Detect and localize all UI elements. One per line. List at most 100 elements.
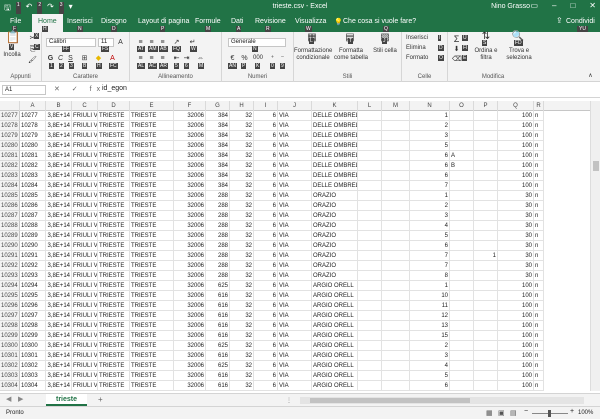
row-header[interactable]: 10295 xyxy=(0,291,20,301)
cell-i[interactable]: 6 xyxy=(254,301,278,311)
cell-r[interactable]: n xyxy=(534,151,544,161)
column-header-h[interactable]: H xyxy=(230,101,254,111)
cell-a[interactable]: 10280 xyxy=(20,141,46,151)
cell-o[interactable] xyxy=(450,231,474,241)
cell-h[interactable]: 32 xyxy=(230,201,254,211)
border-icon[interactable]: ⊞ xyxy=(80,54,89,63)
cell-g[interactable]: 288 xyxy=(206,201,230,211)
cell-j[interactable]: VIA xyxy=(278,161,312,171)
cell-m[interactable] xyxy=(382,181,410,191)
row-header[interactable]: 10294 xyxy=(0,281,20,291)
cell-d[interactable]: TRIESTE xyxy=(98,281,130,291)
cell-b[interactable]: 3,8E+14 xyxy=(46,261,72,271)
cell-o[interactable] xyxy=(450,261,474,271)
cell-o[interactable] xyxy=(450,111,474,121)
cell-h[interactable]: 32 xyxy=(230,151,254,161)
zoom-slider[interactable] xyxy=(532,410,568,417)
cell-j[interactable]: VIA xyxy=(278,331,312,341)
row-header[interactable]: 10297 xyxy=(0,311,20,321)
cell-g[interactable]: 616 xyxy=(206,291,230,301)
cell-b[interactable]: 3,8E+14 xyxy=(46,111,72,121)
cell-f[interactable]: 32006 xyxy=(174,181,206,191)
find-select-button[interactable]: Trova e seleziona xyxy=(502,48,536,62)
row-header[interactable]: 10289 xyxy=(0,231,20,241)
cell-styles-button[interactable]: Stili cella xyxy=(372,48,398,55)
cell-q[interactable]: 100 xyxy=(498,131,534,141)
format-table-button[interactable]: Formatta come tabella xyxy=(332,48,370,62)
cell-n[interactable]: 15 xyxy=(410,331,450,341)
cell-n[interactable]: 3 xyxy=(410,351,450,361)
cell-i[interactable]: 6 xyxy=(254,151,278,161)
merge-center-icon[interactable]: ⇔ xyxy=(196,54,205,63)
cell-r[interactable]: n xyxy=(534,191,544,201)
page-break-view-icon[interactable]: ▤ xyxy=(510,409,517,417)
cell-m[interactable] xyxy=(382,311,410,321)
cell-b[interactable]: 3,8E+14 xyxy=(46,311,72,321)
cell-p[interactable] xyxy=(474,181,498,191)
row-header[interactable]: 10282 xyxy=(0,161,20,171)
cell-i[interactable]: 6 xyxy=(254,241,278,251)
cell-j[interactable]: VIA xyxy=(278,221,312,231)
cell-c[interactable]: FRIULI VE xyxy=(72,121,98,131)
cell-h[interactable]: 32 xyxy=(230,361,254,371)
cell-q[interactable]: 100 xyxy=(498,111,534,121)
tab-file[interactable]: File xyxy=(10,18,21,25)
sort-filter-button[interactable]: Ordina e filtra xyxy=(470,48,502,62)
row-header[interactable]: 10298 xyxy=(0,321,20,331)
cell-d[interactable]: TRIESTE xyxy=(98,171,130,181)
cell-g[interactable]: 288 xyxy=(206,191,230,201)
name-box[interactable]: A1 xyxy=(2,85,46,95)
thousands-button[interactable]: 000 xyxy=(251,54,265,63)
cell-q[interactable]: 100 xyxy=(498,361,534,371)
cell-h[interactable]: 32 xyxy=(230,181,254,191)
cell-q[interactable]: 100 xyxy=(498,181,534,191)
cell-a[interactable]: 10296 xyxy=(20,301,46,311)
cell-j[interactable]: VIA xyxy=(278,211,312,221)
cell-j[interactable]: VIA xyxy=(278,251,312,261)
cell-q[interactable]: 100 xyxy=(498,341,534,351)
cell-b[interactable]: 3,8E+14 xyxy=(46,331,72,341)
cell-g[interactable]: 616 xyxy=(206,351,230,361)
cell-b[interactable]: 3,8E+14 xyxy=(46,271,72,281)
cell-g[interactable]: 384 xyxy=(206,141,230,151)
cell-d[interactable]: TRIESTE xyxy=(98,221,130,231)
cell-e[interactable]: TRIESTE xyxy=(130,321,174,331)
cell-r[interactable]: n xyxy=(534,161,544,171)
cell-q[interactable]: 30 xyxy=(498,211,534,221)
row-header[interactable]: 10299 xyxy=(0,331,20,341)
column-header-i[interactable]: I xyxy=(254,101,278,111)
cell-f[interactable]: 32006 xyxy=(174,271,206,281)
cell-c[interactable]: FRIULI VE xyxy=(72,161,98,171)
cell-n[interactable]: 2 xyxy=(410,341,450,351)
cell-o[interactable] xyxy=(450,201,474,211)
cell-o[interactable] xyxy=(450,241,474,251)
row-header[interactable]: 10281 xyxy=(0,151,20,161)
cell-k[interactable]: ORAZIO xyxy=(312,201,358,211)
cell-k[interactable]: ORAZIO xyxy=(312,221,358,231)
cell-r[interactable]: n xyxy=(534,361,544,371)
cell-g[interactable]: 384 xyxy=(206,161,230,171)
cell-j[interactable]: VIA xyxy=(278,381,312,391)
cell-d[interactable]: TRIESTE xyxy=(98,351,130,361)
scroll-thumb[interactable] xyxy=(593,161,599,171)
cell-f[interactable]: 32006 xyxy=(174,361,206,371)
cell-c[interactable]: FRIULI VE xyxy=(72,311,98,321)
cell-m[interactable] xyxy=(382,361,410,371)
indent-icon[interactable]: ⇥ xyxy=(182,54,191,63)
cell-l[interactable] xyxy=(358,151,382,161)
cell-k[interactable]: ARGIO ORELL xyxy=(312,281,358,291)
cell-r[interactable]: n xyxy=(534,141,544,151)
cell-l[interactable] xyxy=(358,111,382,121)
percent-button[interactable]: % xyxy=(240,54,249,63)
cell-d[interactable]: TRIESTE xyxy=(98,251,130,261)
format-painter-icon[interactable]: 🖌 xyxy=(28,56,37,65)
cell-i[interactable]: 6 xyxy=(254,311,278,321)
cell-g[interactable]: 616 xyxy=(206,321,230,331)
cell-c[interactable]: FRIULI VE xyxy=(72,231,98,241)
cell-e[interactable]: TRIESTE xyxy=(130,171,174,181)
cell-r[interactable]: n xyxy=(534,261,544,271)
cell-j[interactable]: VIA xyxy=(278,351,312,361)
insert-cells-button[interactable]: Inserisci xyxy=(406,35,428,42)
tab-inserisci[interactable]: Inserisci xyxy=(67,18,93,25)
cell-l[interactable] xyxy=(358,271,382,281)
